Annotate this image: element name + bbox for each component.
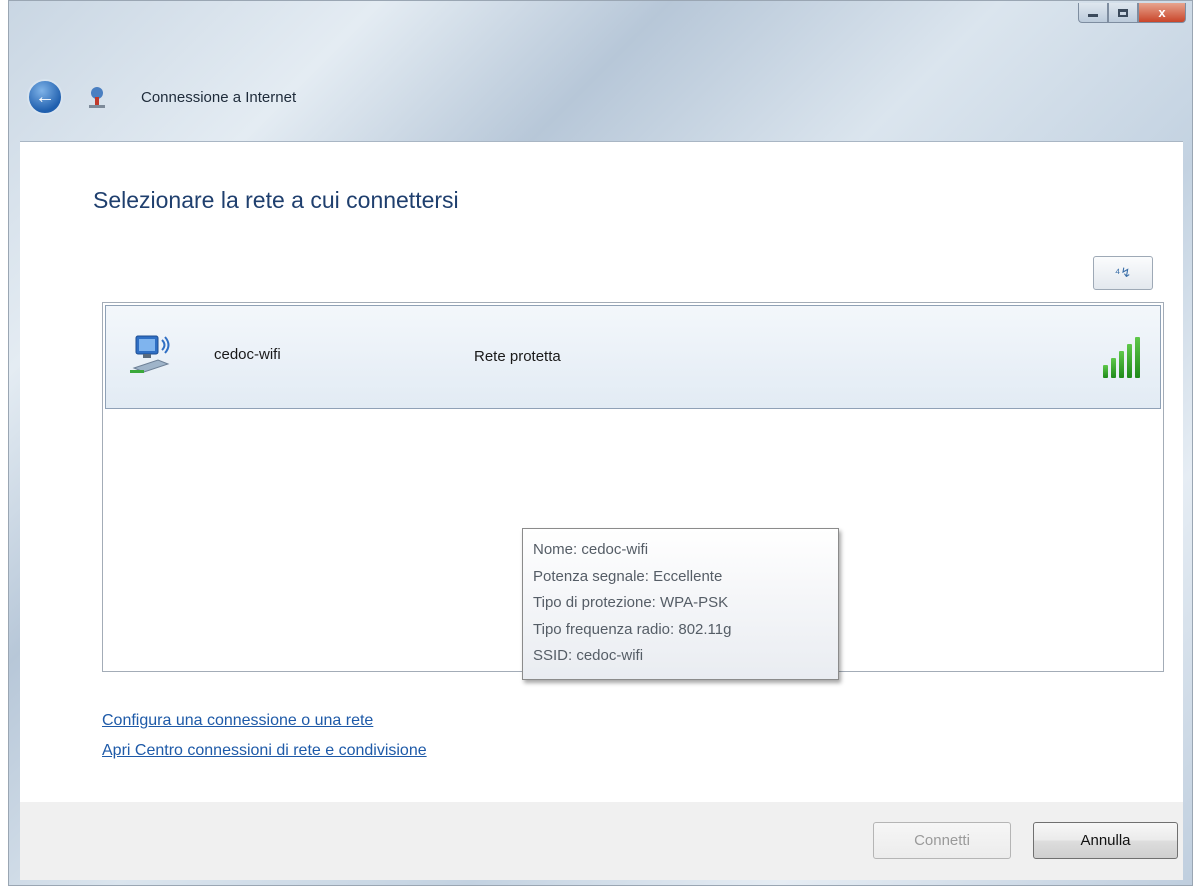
maximize-button[interactable] (1108, 3, 1138, 23)
close-button[interactable]: x (1138, 3, 1186, 23)
refresh-button[interactable]: ⁴↯ (1093, 256, 1153, 290)
dialog-header: ← Connessione a Internet (27, 79, 296, 115)
network-name: cedoc-wifi (214, 346, 281, 363)
close-icon: x (1158, 5, 1166, 20)
links-area: Configura una connessione o una rete Apr… (102, 706, 427, 766)
tooltip-signal: Potenza segnale: Eccellente (533, 567, 723, 585)
minimize-button[interactable] (1078, 3, 1108, 23)
dialog-window: x ← Connessione a Internet Selezionare l… (8, 0, 1193, 886)
signal-bar (1135, 337, 1140, 378)
main-instruction: Selezionare la rete a cui connettersi (93, 187, 459, 213)
network-tooltip: Nome: cedoc-wifi Potenza segnale: Eccell… (522, 528, 839, 680)
network-connection-icon (89, 87, 105, 108)
cancel-button[interactable]: Annulla (1033, 822, 1178, 859)
caption-controls: x (1078, 3, 1186, 25)
tooltip-ssid: SSID: cedoc-wifi (533, 647, 644, 664)
network-center-link[interactable]: Apri Centro connessioni di rete e condiv… (102, 736, 427, 766)
tooltip-security-type: Tipo di protezione: WPA-PSK (533, 594, 729, 611)
maximize-icon (1118, 8, 1128, 17)
content-area: Selezionare la rete a cui connettersi ⁴↯… (20, 141, 1183, 803)
back-button[interactable]: ← (27, 79, 63, 115)
setup-connection-link[interactable]: Configura una connessione o una rete (102, 706, 427, 736)
signal-bar (1103, 365, 1108, 378)
network-security: Rete protetta (474, 348, 561, 365)
dialog-footer: Connetti Annulla (20, 802, 1183, 880)
signal-bar (1119, 351, 1124, 378)
window-title: Connessione a Internet (141, 88, 297, 106)
wireless-network-icon (130, 335, 170, 373)
tooltip-name: Nome: cedoc-wifi (533, 541, 649, 558)
signal-bar (1127, 344, 1132, 378)
network-list-item[interactable]: cedoc-wifi Rete protetta (105, 305, 1161, 409)
tooltip-radio-type: Tipo frequenza radio: 802.11g (533, 620, 732, 638)
connect-button[interactable]: Connetti (873, 822, 1011, 859)
minimize-icon (1088, 14, 1098, 17)
signal-strength-icon (1103, 334, 1140, 378)
refresh-icon: ⁴↯ (1114, 265, 1132, 280)
signal-bar (1111, 358, 1116, 378)
back-arrow-icon: ← (35, 85, 55, 108)
